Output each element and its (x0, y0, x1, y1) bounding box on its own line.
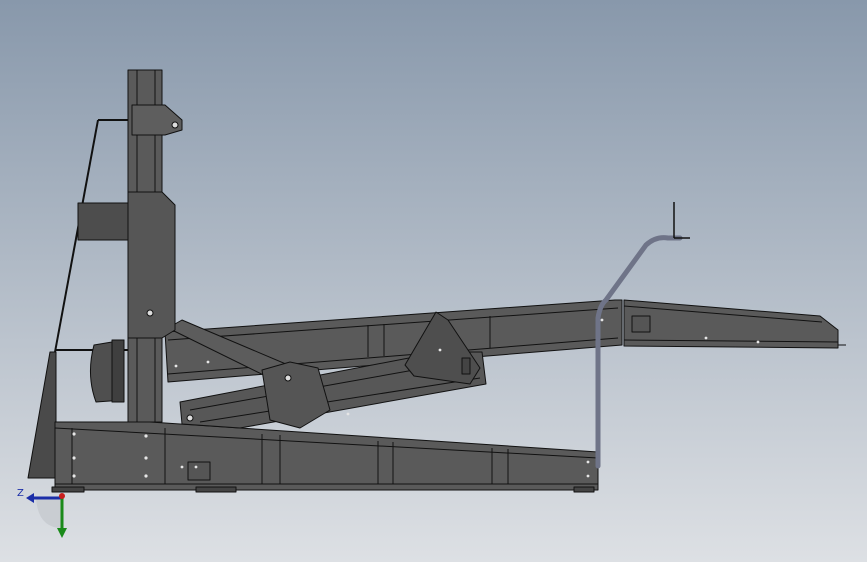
z-axis-point (59, 493, 65, 499)
y-axis-arrowhead (57, 528, 67, 538)
cad-viewport[interactable]: Z (0, 0, 867, 562)
knee-joint (261, 361, 331, 429)
handrail-tube (595, 235, 683, 469)
bolt (144, 456, 148, 460)
bolt (586, 474, 590, 478)
mast-top-pin (171, 121, 179, 129)
front-cylinder-mount (461, 357, 471, 375)
bolt (756, 340, 760, 344)
base-foot (51, 486, 85, 493)
bolt (600, 318, 604, 322)
knee-pin (284, 374, 292, 382)
bolt (144, 434, 148, 438)
axis-triad: Z (17, 488, 67, 538)
bolt (206, 360, 210, 364)
bolt (180, 465, 184, 469)
extension-hatch (631, 315, 651, 333)
base-foot (573, 486, 595, 493)
bolt (704, 336, 708, 340)
mast-carriage-pin (146, 309, 154, 317)
bolt (72, 432, 76, 436)
x-axis-arrowhead (26, 493, 34, 503)
bolt (346, 412, 350, 416)
z-axis-label: Z (17, 488, 24, 499)
bolt (144, 474, 148, 478)
bolt (194, 465, 198, 469)
bolt (586, 460, 590, 464)
triad-shadow (36, 498, 62, 528)
base-access-plate (187, 461, 211, 481)
lower-pivot-pin (186, 414, 194, 422)
assembly-side-view: Z (17, 69, 846, 538)
mast-top-collar (131, 104, 183, 136)
base-foot (195, 486, 237, 493)
bolt (174, 364, 178, 368)
mast-bracket (77, 202, 131, 241)
left-guard-plate (27, 351, 57, 479)
rear-motor-flange (111, 339, 125, 403)
bolt (72, 456, 76, 460)
bolt (72, 474, 76, 478)
bolt (438, 348, 442, 352)
